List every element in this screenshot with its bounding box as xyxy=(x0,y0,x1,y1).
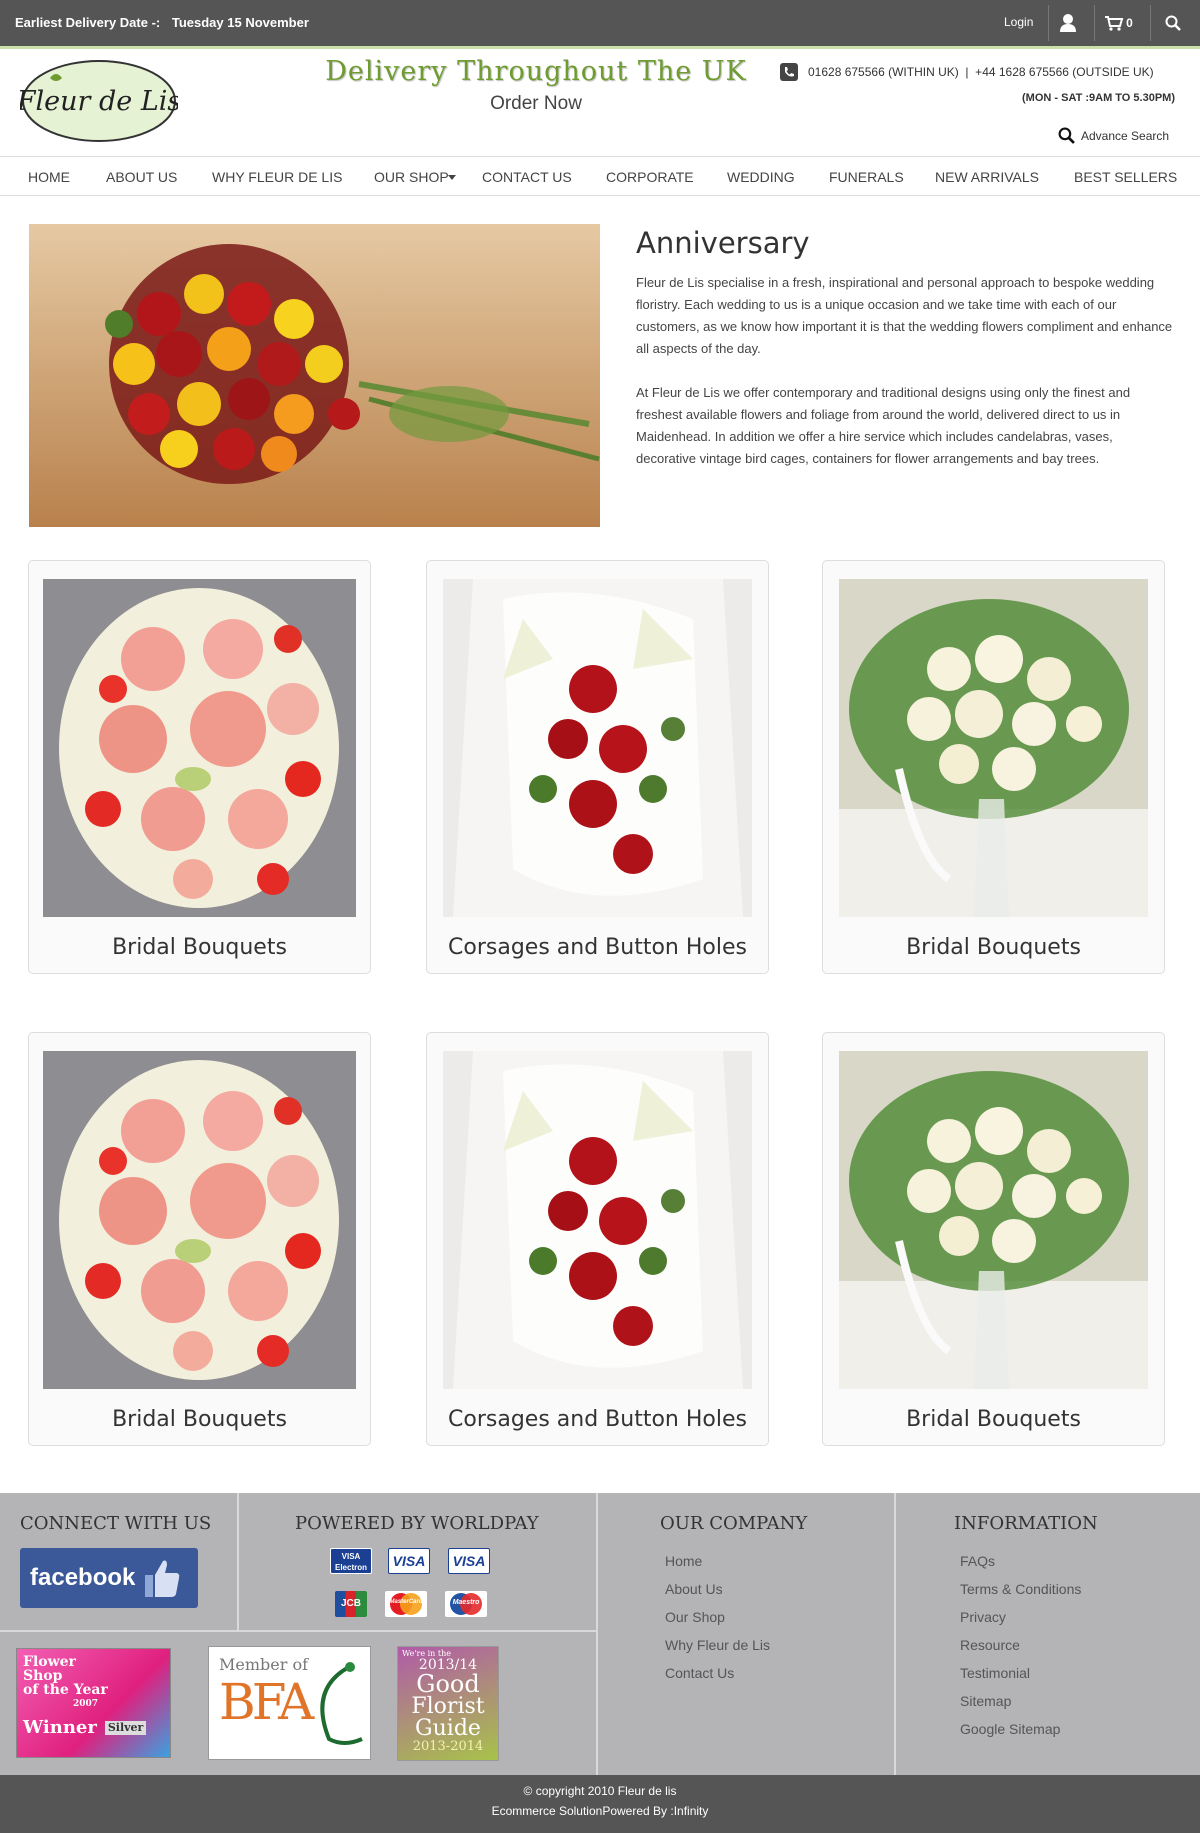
phone-icon xyxy=(780,63,798,81)
phone-numbers: 01628 675566 (WITHIN UK) | +44 1628 6755… xyxy=(808,65,1154,79)
footer-link-privacy[interactable]: Privacy xyxy=(960,1609,1006,1625)
main-nav: HOME ABOUT US WHY FLEUR DE LIS OUR SHOP … xyxy=(0,156,1200,196)
our-company-heading: OUR COMPANY xyxy=(660,1513,808,1534)
footer: CONNECT WITH US facebook POWERED BY WORL… xyxy=(0,1493,1200,1775)
nav-about-us[interactable]: ABOUT US xyxy=(106,169,177,185)
user-icon xyxy=(1059,14,1076,32)
footer-link-our-shop[interactable]: Our Shop xyxy=(665,1609,725,1625)
nav-best-sellers[interactable]: BEST SELLERS xyxy=(1074,169,1177,185)
footer-divider xyxy=(0,1630,596,1632)
footer-link-home[interactable]: Home xyxy=(665,1553,702,1569)
header-tagline: Delivery Throughout The UK Order Now xyxy=(300,56,772,115)
footer-link-resource[interactable]: Resource xyxy=(960,1637,1020,1653)
product-card[interactable]: Corsages and Button Holes xyxy=(426,560,769,974)
cart-icon xyxy=(1105,16,1124,31)
intro-section: Anniversary Fleur de Lis specialise in a… xyxy=(636,226,1176,492)
product-image-lily-rose-bouquet xyxy=(443,579,752,917)
footer-link-terms[interactable]: Terms & Conditions xyxy=(960,1581,1081,1597)
product-title[interactable]: Corsages and Button Holes xyxy=(427,935,768,960)
visa-icon: VISA xyxy=(448,1548,490,1574)
jcb-icon: JCB xyxy=(335,1591,367,1617)
nav-why-fleur-de-lis[interactable]: WHY FLEUR DE LIS xyxy=(212,169,342,185)
product-title[interactable]: Bridal Bouquets xyxy=(823,935,1164,960)
delivery-label: Earliest Delivery Date -: xyxy=(15,15,161,30)
nav-corporate[interactable]: CORPORATE xyxy=(606,169,694,185)
product-card[interactable]: Bridal Bouquets xyxy=(822,560,1165,974)
powered-by-link[interactable]: Ecommerce SolutionPowered By :Infinity xyxy=(0,1804,1200,1818)
footer-link-testimonial[interactable]: Testimonial xyxy=(960,1665,1030,1681)
footer-link-sitemap[interactable]: Sitemap xyxy=(960,1693,1011,1709)
cart-count: 0 xyxy=(1126,16,1133,30)
facebook-label: facebook xyxy=(30,1564,136,1591)
maestro-icon: Maestro xyxy=(445,1591,487,1617)
bfa-member-badge: Member of BFA xyxy=(208,1646,371,1760)
fleur-de-lis-logo[interactable]: Fleur de Lis xyxy=(16,58,181,144)
product-image-lily-rose-bouquet xyxy=(443,1051,752,1389)
thumbs-up-icon xyxy=(145,1560,180,1597)
order-now-link[interactable]: Order Now xyxy=(300,93,772,115)
product-image-peony-bouquet xyxy=(43,579,356,917)
footer-link-why-fleur-de-lis[interactable]: Why Fleur de Lis xyxy=(665,1637,770,1653)
footer-divider xyxy=(894,1493,896,1775)
facebook-button[interactable]: facebook xyxy=(20,1548,198,1608)
footer-divider xyxy=(596,1493,598,1775)
product-image-peony-bouquet xyxy=(43,1051,356,1389)
account-button[interactable] xyxy=(1048,5,1086,41)
anniversary-bouquet-image xyxy=(29,224,600,527)
search-button[interactable] xyxy=(1150,5,1194,41)
footer-link-google-sitemap[interactable]: Google Sitemap xyxy=(960,1721,1060,1737)
product-card[interactable]: Bridal Bouquets xyxy=(28,560,371,974)
top-bar: Earliest Delivery Date -: Tuesday 15 Nov… xyxy=(0,0,1200,46)
intro-paragraph-2: At Fleur de Lis we offer contemporary an… xyxy=(636,385,1131,466)
worldpay-heading: POWERED BY WORLDPAY xyxy=(295,1513,539,1534)
intro-paragraph-1: Fleur de Lis specialise in a fresh, insp… xyxy=(636,275,1173,356)
visa-icon: VISA xyxy=(388,1548,430,1574)
good-florist-guide-badge: We're in the 2013/14 Good Florist Guide … xyxy=(397,1646,499,1761)
footer-link-faqs[interactable]: FAQs xyxy=(960,1553,995,1569)
intro-title: Anniversary xyxy=(636,226,810,260)
product-card[interactable]: Bridal Bouquets xyxy=(28,1032,371,1446)
connect-heading: CONNECT WITH US xyxy=(20,1513,212,1534)
information-heading: INFORMATION xyxy=(954,1513,1098,1534)
bfa-swoosh-icon xyxy=(320,1662,363,1745)
earliest-delivery: Earliest Delivery Date -: Tuesday 15 Nov… xyxy=(15,15,309,30)
nav-our-shop[interactable]: OUR SHOP xyxy=(374,169,449,185)
copyright-bar: © copyright 2010 Fleur de lis Ecommerce … xyxy=(0,1775,1200,1833)
footer-divider xyxy=(237,1493,239,1630)
nav-new-arrivals[interactable]: NEW ARRIVALS xyxy=(935,169,1039,185)
flower-shop-of-the-year-badge: Flower Shop of the Year 2007 Winner Silve… xyxy=(16,1648,171,1758)
product-title[interactable]: Bridal Bouquets xyxy=(823,1407,1164,1432)
svg-text:Fleur de Lis: Fleur de Lis xyxy=(20,86,178,117)
tagline-title: Delivery Throughout The UK xyxy=(325,56,747,87)
advance-search-link[interactable]: Advance Search xyxy=(1058,127,1169,144)
footer-link-about-us[interactable]: About Us xyxy=(665,1581,723,1597)
nav-contact-us[interactable]: CONTACT US xyxy=(482,169,572,185)
search-icon xyxy=(1058,127,1075,144)
delivery-date: Tuesday 15 November xyxy=(171,15,309,30)
advance-search-label: Advance Search xyxy=(1081,128,1170,143)
mastercard-icon: MasterCard xyxy=(385,1591,427,1617)
copyright-text: © copyright 2010 Fleur de lis xyxy=(523,1784,677,1798)
product-image-white-rose-arrangement xyxy=(839,1051,1148,1389)
product-title[interactable]: Bridal Bouquets xyxy=(29,935,370,960)
search-icon xyxy=(1165,15,1181,31)
chevron-down-icon xyxy=(448,175,456,180)
product-title[interactable]: Corsages and Button Holes xyxy=(427,1407,768,1432)
product-card[interactable]: Corsages and Button Holes xyxy=(426,1032,769,1446)
nav-wedding[interactable]: WEDDING xyxy=(727,169,795,185)
visa-electron-icon: VISA Electron xyxy=(330,1548,372,1574)
nav-home[interactable]: HOME xyxy=(28,169,70,185)
footer-link-contact-us[interactable]: Contact Us xyxy=(665,1665,734,1681)
login-link[interactable]: Login xyxy=(1004,15,1033,29)
nav-funerals[interactable]: FUNERALS xyxy=(829,169,904,185)
product-image-white-rose-arrangement xyxy=(839,579,1148,917)
product-card[interactable]: Bridal Bouquets xyxy=(822,1032,1165,1446)
header-accent-line xyxy=(0,46,1200,49)
contact-info: 01628 675566 (WITHIN UK) | +44 1628 6755… xyxy=(780,63,1180,104)
cart-button[interactable]: 0 xyxy=(1094,5,1142,41)
product-title[interactable]: Bridal Bouquets xyxy=(29,1407,370,1432)
opening-hours: (MON - SAT :9AM TO 5.30PM) xyxy=(1022,92,1175,104)
